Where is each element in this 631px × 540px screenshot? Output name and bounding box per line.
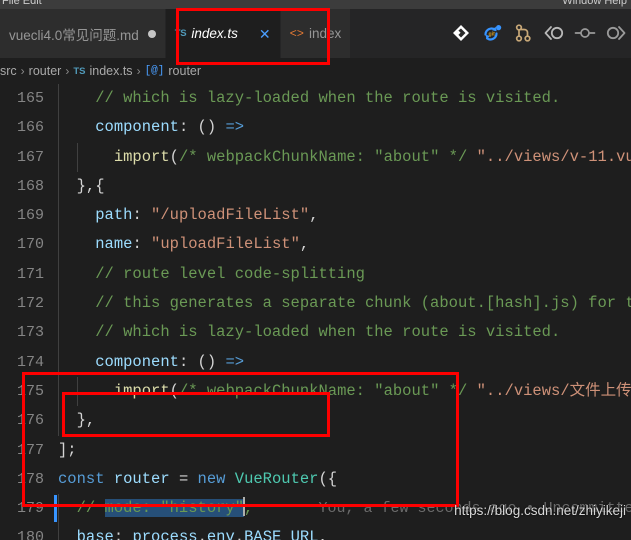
breadcrumb: src › router › TS index.ts › [@] router [0, 58, 631, 84]
breadcrumb-item-router-symbol[interactable]: router [168, 64, 201, 78]
chevron-right-icon: › [136, 64, 141, 78]
code-text: // this generates a separate chunk (abou… [58, 294, 631, 313]
code-text: path: "/uploadFileList", [95, 206, 319, 225]
line-number: 170 [16, 236, 44, 254]
typescript-icon: TS [73, 65, 86, 77]
code-line[interactable]: 177 ]; [0, 436, 631, 465]
line-number: 176 [16, 412, 44, 430]
line-number: 172 [16, 295, 44, 313]
line-number: 173 [16, 324, 44, 342]
line-number: 168 [16, 177, 44, 195]
breadcrumb-item-router[interactable]: router [29, 64, 62, 78]
line-number: 166 [16, 119, 44, 137]
chevron-right-icon: › [20, 64, 25, 78]
tab-index-html[interactable]: <> index [280, 9, 352, 58]
line-number: 177 [16, 441, 44, 459]
code-line[interactable]: 172 // this generates a separate chunk (… [0, 289, 631, 319]
git-branch-icon[interactable] [512, 22, 534, 44]
code-text: base: process.env.BASE_URL, [76, 528, 328, 540]
breadcrumb-item-src[interactable]: src [0, 64, 17, 78]
line-number: 169 [16, 207, 44, 225]
line-number: 179 [16, 500, 44, 518]
code-line[interactable]: 166 component: () => [0, 113, 631, 143]
tab-index-ts[interactable]: TS index.ts ✕ [165, 9, 281, 58]
code-text: component: () => [95, 352, 245, 371]
svg-text:git: git [489, 32, 496, 38]
code-text: name: "uploadFileList", [95, 235, 310, 254]
line-number: 165 [16, 90, 44, 107]
compare-icon[interactable] [605, 22, 627, 44]
git-refresh-icon[interactable]: git [481, 22, 503, 44]
line-number: 171 [16, 265, 44, 283]
tab-label: index [309, 26, 342, 41]
code-line[interactable]: 173 // which is lazy-loaded when the rou… [0, 318, 631, 348]
menu-bar[interactable]: File Edit Window Help [0, 0, 631, 9]
code-text: // which is lazy-loaded when the route i… [58, 323, 561, 342]
code-line[interactable]: 170 name: "uploadFileList", [0, 230, 631, 260]
code-line[interactable]: 165 // which is lazy-loaded when the rou… [0, 84, 631, 114]
git-commit-icon[interactable] [574, 22, 596, 44]
symbol-variable-icon: [@] [144, 65, 165, 77]
open-changes-icon[interactable] [543, 22, 565, 44]
menu-bar-left-items[interactable]: File Edit [2, 0, 42, 7]
selected-text[interactable]: mode: "history" [104, 499, 245, 518]
vscode-window: File Edit Window Help vuecli4.0常见问题.md T… [0, 0, 631, 540]
line-number: 178 [16, 470, 44, 488]
typescript-icon: TS [174, 28, 187, 39]
html-icon: <> [289, 26, 305, 41]
code-line[interactable]: 176 }, [0, 406, 631, 436]
tab-label: index.ts [191, 26, 238, 41]
line-number: 180 [16, 529, 44, 540]
line-number: 174 [16, 353, 44, 371]
source-control-icon[interactable] [450, 22, 472, 44]
line-number: 175 [16, 382, 44, 400]
editor-action-bar: git [450, 14, 627, 52]
tab-dirty-indicator-icon [147, 29, 156, 38]
watermark-url: https://blog.csdn.net/zhiyikeji [454, 503, 626, 518]
code-line[interactable]: 167 import(/* webpackChunkName: "about" … [0, 142, 631, 172]
code-line[interactable]: 178 const router = new VueRouter({ [0, 465, 631, 494]
code-text: import(/* webpackChunkName: "about" */ "… [113, 147, 631, 166]
code-text: // which is lazy-loaded when the route i… [58, 89, 561, 107]
code-text: }, [58, 411, 96, 430]
code-text: },{ [58, 176, 105, 195]
code-text: ]; [58, 440, 77, 459]
code-line[interactable]: 175 import(/* webpackChunkName: "about" … [0, 376, 631, 407]
menu-bar-right-items[interactable]: Window Help [562, 0, 627, 7]
code-text: import(/* webpackChunkName: "about" */ "… [113, 381, 631, 400]
code-text: const router = new VueRouter({ [58, 469, 338, 488]
breadcrumb-item-index-ts[interactable]: index.ts [89, 64, 132, 78]
code-line[interactable]: 180 base: process.env.BASE_URL, [0, 523, 631, 540]
current-line-indicator [54, 495, 57, 523]
code-line[interactable]: 174 component: () => [0, 347, 631, 377]
code-editor[interactable]: 165 // which is lazy-loaded when the rou… [0, 84, 631, 540]
chevron-right-icon: › [65, 64, 70, 78]
close-icon[interactable]: ✕ [259, 27, 271, 41]
code-line[interactable]: 168 },{ [0, 171, 631, 202]
code-text: component: () => [95, 118, 245, 137]
code-line[interactable]: 171 // route level code-splitting [0, 259, 631, 290]
tab-label: vuecli4.0常见问题.md [9, 27, 139, 43]
code-text: // route level code-splitting [58, 264, 365, 283]
line-number: 167 [16, 148, 44, 166]
tab-vuecli-markdown[interactable]: vuecli4.0常见问题.md [0, 9, 166, 58]
code-line[interactable]: 169 path: "/uploadFileList", [0, 201, 631, 231]
